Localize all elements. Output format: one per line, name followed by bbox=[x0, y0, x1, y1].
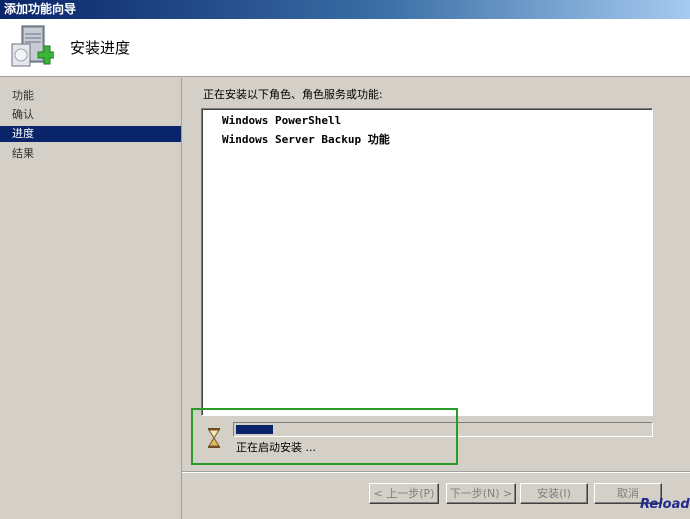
nav-step-progress[interactable]: 进度 bbox=[0, 126, 181, 142]
highlight-annotation bbox=[191, 408, 458, 465]
server-add-icon bbox=[11, 25, 54, 67]
next-button[interactable]: 下一步(N) > bbox=[446, 483, 516, 504]
install-button[interactable]: 安装(I) bbox=[520, 483, 588, 504]
reload-link[interactable]: Reload bbox=[640, 497, 690, 513]
bottom-separator bbox=[182, 471, 690, 473]
window-title-bar[interactable]: 添加功能向导 bbox=[0, 0, 690, 19]
wizard-header: 安装进度 bbox=[0, 19, 690, 77]
pane-divider bbox=[181, 78, 182, 519]
feature-item: Windows PowerShell bbox=[222, 114, 342, 127]
nav-step-features[interactable]: 功能 bbox=[0, 88, 181, 104]
nav-step-confirm[interactable]: 确认 bbox=[0, 107, 181, 123]
nav-step-results[interactable]: 结果 bbox=[0, 146, 181, 162]
previous-button[interactable]: < 上一步(P) bbox=[369, 483, 439, 504]
feature-item: Windows Server Backup 功能 bbox=[222, 133, 390, 146]
window-title: 添加功能向导 bbox=[4, 2, 77, 16]
feature-list[interactable]: Windows PowerShell Windows Server Backup… bbox=[201, 108, 653, 416]
wizard-steps: 功能 确认 进度 结果 bbox=[0, 78, 181, 519]
main-heading: 正在安装以下角色、角色服务或功能: bbox=[203, 88, 383, 101]
page-title: 安装进度 bbox=[70, 39, 131, 57]
